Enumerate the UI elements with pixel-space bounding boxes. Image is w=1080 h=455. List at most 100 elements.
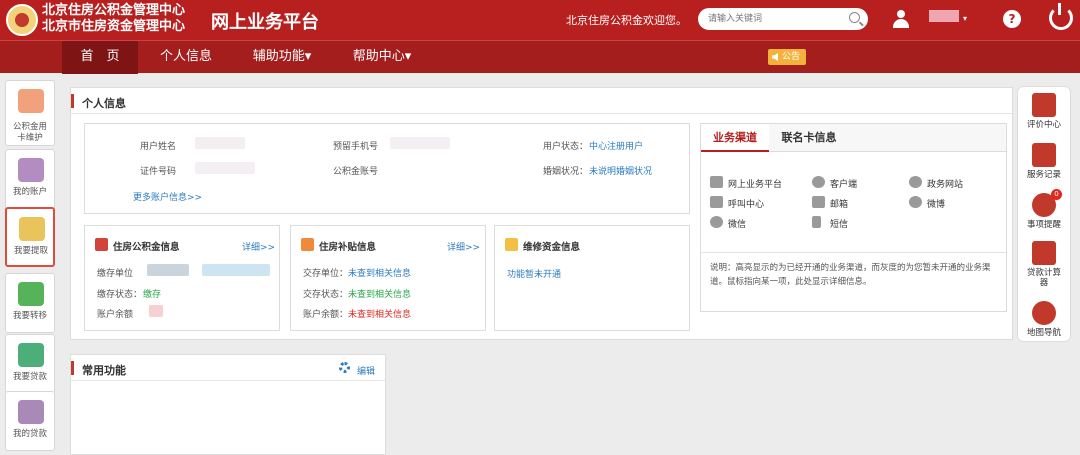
house-icon xyxy=(301,238,314,251)
nav-personal-info[interactable]: 个人信息 xyxy=(148,41,224,74)
sidebar-item-my-account[interactable]: 我的账户 xyxy=(5,149,55,209)
fund-detail-link[interactable]: 详细>> xyxy=(242,240,275,253)
subsidy-card-title: 住房补贴信息 xyxy=(319,242,377,253)
org-name-2: 北京市住房资金管理中心 xyxy=(42,19,186,34)
sidebar-item-my-loan[interactable]: 我的贷款 xyxy=(5,391,55,451)
transfer-icon xyxy=(18,282,44,306)
status-value: 中心注册用户 xyxy=(589,142,644,152)
search-input[interactable] xyxy=(698,8,838,30)
coins-icon xyxy=(19,217,45,241)
id-label: 证件号码 xyxy=(140,167,177,177)
channel-sms[interactable]: 短信 xyxy=(812,216,848,230)
org-name-1: 北京住房公积金管理中心 xyxy=(42,3,186,18)
logo-emblem-icon xyxy=(6,4,38,36)
monitor-icon xyxy=(1032,93,1056,117)
fund-balance-label: 账户余额 xyxy=(97,310,134,320)
channel-call-center[interactable]: 呼叫中心 xyxy=(710,196,764,210)
sidebar-item-transfer[interactable]: 我要转移 xyxy=(5,273,55,333)
fund-info-card: 住房公积金信息 详细>> 缴存单位 缴存状态： 缴存 账户余额 xyxy=(84,225,280,331)
channels-tabs: 业务渠道 联名卡信息 xyxy=(701,124,1006,152)
chevron-down-icon[interactable]: ▾ xyxy=(963,14,967,23)
sidebar-item-label: 评价中心 xyxy=(1026,120,1061,130)
globe-icon xyxy=(909,176,922,188)
sidebar-item-apply-loan[interactable]: 我要贷款 xyxy=(5,334,55,394)
channel-gov-website[interactable]: 政务网站 xyxy=(909,176,963,190)
mail-icon xyxy=(812,196,825,208)
subsidy-unit-value: 未查到相关信息 xyxy=(348,269,412,279)
tab-co-branded-card[interactable]: 联名卡信息 xyxy=(773,124,845,152)
common-functions-panel: 常用功能 编辑 xyxy=(70,354,386,455)
marital-value: 未说明婚姻状况 xyxy=(589,167,653,177)
channel-email[interactable]: 邮箱 xyxy=(812,196,848,210)
search-box[interactable] xyxy=(698,8,868,30)
sidebar-item-label: 我要贷款 xyxy=(12,372,47,382)
client-icon xyxy=(812,176,825,188)
status-label: 用户状态： xyxy=(543,142,589,152)
sidebar-item-label: 我的账户 xyxy=(12,187,47,197)
channel-online-platform[interactable]: 网上业务平台 xyxy=(710,176,782,190)
panel-header: 个人信息 xyxy=(71,88,1012,114)
fund-unit-label: 缴存单位 xyxy=(97,269,134,279)
repair-fund-card: 维修资金信息 功能暂未开通 xyxy=(494,225,690,331)
sidebar-item-label: 我的贷款 xyxy=(12,429,47,439)
account-label: 公积金账号 xyxy=(333,167,379,177)
search-icon[interactable] xyxy=(849,12,860,23)
sidebar-item-card-maintenance[interactable]: 公积金用 卡维护 xyxy=(5,80,55,146)
repair-card-title: 维修资金信息 xyxy=(523,242,581,253)
right-sidebar: 评价中心 服务记录 0 事项提醒 贷款计算器 地图导航 xyxy=(1017,86,1071,342)
subsidy-balance-label: 账户余额： xyxy=(303,310,349,320)
phone-icon xyxy=(710,196,723,208)
top-bar: 北京住房公积金管理中心 北京市住房资金管理中心 网上业务平台 北京住房公积金欢迎… xyxy=(0,0,1080,40)
mobile-icon xyxy=(812,216,821,228)
repair-fund-icon xyxy=(505,238,518,251)
name-value-redacted xyxy=(195,137,245,149)
subsidy-detail-link[interactable]: 详细>> xyxy=(447,240,480,253)
nav-assist-functions[interactable]: 辅助功能▾ xyxy=(240,41,324,74)
wechat-icon xyxy=(710,216,723,228)
id-value-redacted xyxy=(195,162,255,174)
channel-wechat[interactable]: 微信 xyxy=(710,216,746,230)
loan-icon xyxy=(18,400,44,424)
subsidy-status-value: 未查到相关信息 xyxy=(348,290,412,300)
personal-info-box: 用户姓名 预留手机号 用户状态： 中心注册用户 证件号码 公积金账号 婚姻状况：… xyxy=(84,123,690,214)
sidebar-item-label: 地图导航 xyxy=(1026,328,1061,338)
user-icon[interactable] xyxy=(893,10,909,28)
channel-client[interactable]: 客户端 xyxy=(812,176,857,190)
panel-title: 个人信息 xyxy=(82,97,126,110)
document-icon xyxy=(1032,143,1056,167)
name-label: 用户姓名 xyxy=(140,142,177,152)
subsidy-status-label: 交存状态： xyxy=(303,290,349,300)
edit-link[interactable]: 编辑 xyxy=(357,364,375,377)
org-names: 北京住房公积金管理中心 北京市住房资金管理中心 xyxy=(42,3,185,35)
left-sidebar: 公积金用 卡维护 我的账户 我要提取 我要转移 我要贷款 我的贷款 xyxy=(0,76,58,455)
calculator-icon xyxy=(1032,241,1056,265)
help-icon[interactable]: ? xyxy=(1003,10,1021,28)
user-name-redacted[interactable] xyxy=(929,10,959,22)
channel-weibo[interactable]: 微博 xyxy=(909,196,945,210)
repair-status-value: 功能暂未开通 xyxy=(507,270,562,280)
gear-icon[interactable] xyxy=(339,362,350,373)
fund-status-label: 缴存状态： xyxy=(97,290,143,300)
subsidy-info-card: 住房补贴信息 详细>> 交存单位： 未查到相关信息 交存状态： 未查到相关信息 … xyxy=(290,225,486,331)
sidebar-item-withdraw[interactable]: 我要提取 xyxy=(5,207,55,267)
channels-box: 业务渠道 联名卡信息 网上业务平台 客户端 政务网站 呼叫中心 邮箱 微博 微信… xyxy=(700,123,1007,312)
tab-business-channels[interactable]: 业务渠道 xyxy=(701,124,769,152)
announcement-button[interactable]: 公告 xyxy=(768,49,807,65)
channels-note: 说明：高亮显示的为已经开通的业务渠道，而灰度的为您暂未开通的业务渠道。鼠标指向某… xyxy=(710,263,991,287)
fund-status-value: 缴存 xyxy=(143,290,162,300)
power-icon[interactable] xyxy=(1049,3,1073,30)
sidebar-item-label: 事项提醒 xyxy=(1026,220,1061,230)
phone-value-redacted xyxy=(390,137,450,149)
marital-label: 婚姻状况： xyxy=(543,167,589,177)
reminder-count-badge: 0 xyxy=(1051,189,1062,200)
fund-card-title: 住房公积金信息 xyxy=(113,242,180,253)
panel-title: 常用功能 xyxy=(82,364,126,377)
sidebar-item-label: 我要提取 xyxy=(13,246,48,256)
sidebar-item-label: 贷款计算器 xyxy=(1026,268,1061,288)
platform-title: 网上业务平台 xyxy=(211,12,319,33)
sidebar-item-label: 公积金用 卡维护 xyxy=(12,122,47,143)
more-account-info-link[interactable]: 更多账户信息>> xyxy=(133,190,202,203)
nav-home[interactable]: 首 页 xyxy=(62,41,138,74)
money-icon xyxy=(18,343,44,367)
nav-help-center[interactable]: 帮助中心▾ xyxy=(340,41,424,74)
